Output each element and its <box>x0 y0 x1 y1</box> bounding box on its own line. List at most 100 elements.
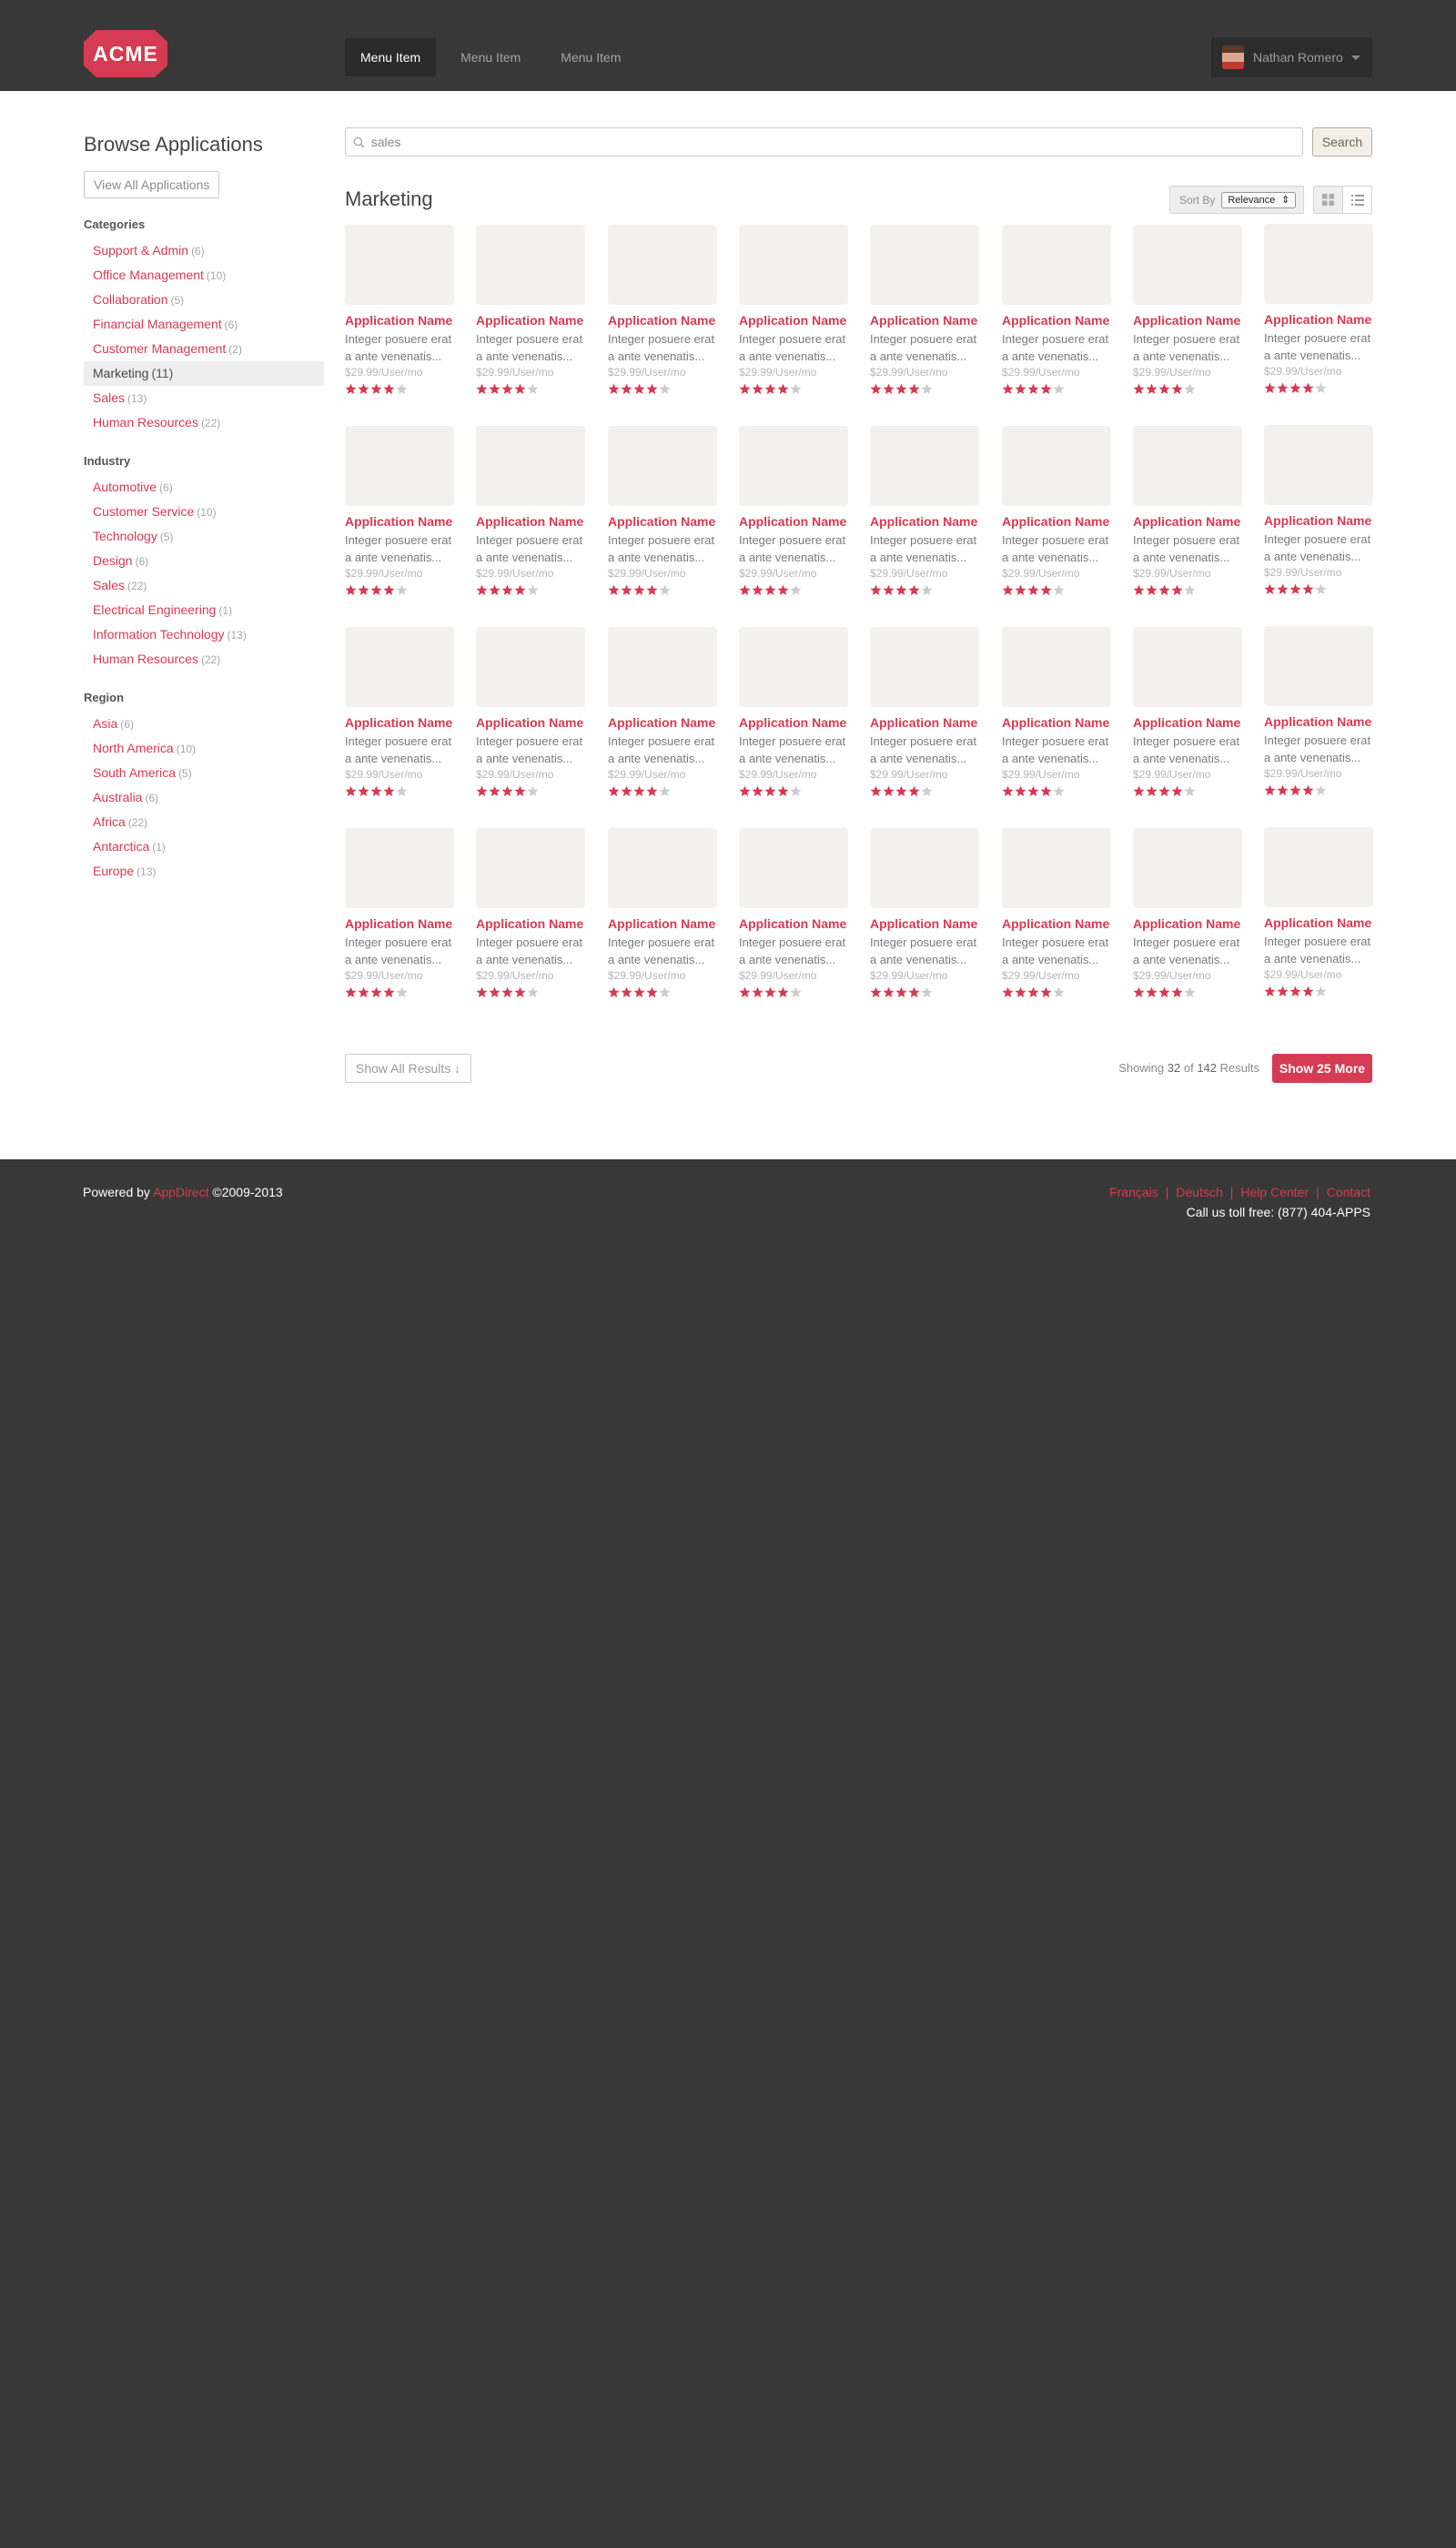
app-name[interactable]: Application Name <box>476 313 587 329</box>
filter-item[interactable]: Collaboration (5) <box>84 288 324 312</box>
app-card[interactable]: Application Name Integer posuere erat a a… <box>476 225 587 407</box>
app-thumbnail[interactable] <box>476 627 585 707</box>
app-name[interactable]: Application Name <box>476 715 587 731</box>
app-name[interactable]: Application Name <box>608 313 719 329</box>
app-thumbnail[interactable] <box>1264 626 1373 706</box>
app-thumbnail[interactable] <box>870 828 979 908</box>
app-card[interactable]: Application Name Integer posuere erat a a… <box>345 828 456 1010</box>
app-thumbnail[interactable] <box>739 225 848 305</box>
app-thumbnail[interactable] <box>1264 827 1373 907</box>
show-more-button[interactable]: Show 25 More <box>1272 1054 1372 1083</box>
filter-item[interactable]: Sales (22) <box>84 573 324 598</box>
app-name[interactable]: Application Name <box>1264 513 1375 529</box>
footer-link-francais[interactable]: Français <box>1109 1185 1158 1199</box>
filter-item[interactable]: Support & Admin (6) <box>84 238 324 263</box>
app-card[interactable]: Application Name Integer posuere erat a a… <box>1133 426 1244 608</box>
app-thumbnail[interactable] <box>739 627 848 707</box>
app-name[interactable]: Application Name <box>1264 312 1375 328</box>
filter-item[interactable]: Automotive (6) <box>84 475 324 500</box>
list-view-button[interactable] <box>1343 187 1371 213</box>
app-thumbnail[interactable] <box>739 426 848 506</box>
app-thumbnail[interactable] <box>1002 828 1111 908</box>
app-name[interactable]: Application Name <box>870 916 981 932</box>
app-name[interactable]: Application Name <box>870 313 981 329</box>
filter-item[interactable]: Antarctica (1) <box>84 834 324 859</box>
app-card[interactable]: Application Name Integer posuere erat a a… <box>739 627 850 809</box>
search-button[interactable]: Search <box>1312 127 1372 157</box>
filter-item[interactable]: Office Management (10) <box>84 263 324 288</box>
app-name[interactable]: Application Name <box>345 514 456 530</box>
app-name[interactable]: Application Name <box>1002 916 1113 932</box>
app-card[interactable]: Application Name Integer posuere erat a a… <box>476 426 587 608</box>
app-name[interactable]: Application Name <box>1264 915 1375 931</box>
filter-item[interactable]: Sales (13) <box>84 386 324 410</box>
footer-link-contact[interactable]: Contact <box>1327 1185 1370 1199</box>
app-card[interactable]: Application Name Integer posuere erat a a… <box>608 225 719 407</box>
app-card[interactable]: Application Name Integer posuere erat a a… <box>345 627 456 809</box>
nav-item-1[interactable]: Menu Item <box>345 38 437 76</box>
filter-item[interactable]: Customer Service (10) <box>84 500 324 524</box>
app-name[interactable]: Application Name <box>1002 715 1113 731</box>
app-name[interactable]: Application Name <box>476 514 587 530</box>
app-name[interactable]: Application Name <box>608 514 719 530</box>
app-card[interactable]: Application Name Integer posuere erat a a… <box>739 426 850 608</box>
app-thumbnail[interactable] <box>1002 627 1111 707</box>
app-thumbnail[interactable] <box>608 426 717 506</box>
app-card[interactable]: Application Name Integer posuere erat a a… <box>1133 627 1244 809</box>
filter-item[interactable]: Financial Management (6) <box>84 312 324 337</box>
app-thumbnail[interactable] <box>870 225 979 305</box>
app-thumbnail[interactable] <box>345 828 454 908</box>
filter-item[interactable]: Europe (13) <box>84 859 324 884</box>
app-thumbnail[interactable] <box>608 627 717 707</box>
app-name[interactable]: Application Name <box>608 916 719 932</box>
app-thumbnail[interactable] <box>870 426 979 506</box>
filter-item[interactable]: North America (10) <box>84 736 324 761</box>
app-thumbnail[interactable] <box>1133 828 1242 908</box>
sort-select[interactable]: Relevance ⇕ <box>1221 191 1297 208</box>
app-card[interactable]: Application Name Integer posuere erat a a… <box>345 225 456 407</box>
user-menu[interactable]: Nathan Romero <box>1211 37 1372 77</box>
nav-item-3[interactable]: Menu Item <box>545 38 636 76</box>
app-thumbnail[interactable] <box>608 828 717 908</box>
filter-item[interactable]: Design (6) <box>84 549 324 573</box>
filter-item[interactable]: South America (5) <box>84 761 324 785</box>
app-thumbnail[interactable] <box>1002 426 1111 506</box>
grid-view-button[interactable] <box>1314 187 1343 213</box>
app-card[interactable]: Application Name Integer posuere erat a a… <box>870 828 981 1010</box>
app-card[interactable]: Application Name Integer posuere erat a a… <box>1264 827 1375 1009</box>
app-thumbnail[interactable] <box>1002 225 1111 305</box>
filter-item[interactable]: Electrical Engineering (1) <box>84 598 324 622</box>
app-name[interactable]: Application Name <box>345 916 456 932</box>
filter-item[interactable]: Africa (22) <box>84 810 324 834</box>
filter-item[interactable]: Human Resources (22) <box>84 410 324 435</box>
app-thumbnail[interactable] <box>1133 627 1242 707</box>
nav-item-2[interactable]: Menu Item <box>445 38 536 76</box>
app-name[interactable]: Application Name <box>739 313 850 329</box>
app-thumbnail[interactable] <box>476 426 585 506</box>
app-name[interactable]: Application Name <box>739 715 850 731</box>
app-name[interactable]: Application Name <box>739 916 850 932</box>
appdirect-link[interactable]: AppDirect <box>153 1185 208 1199</box>
filter-item[interactable]: Information Technology (13) <box>84 622 324 647</box>
filter-item[interactable]: Technology (5) <box>84 524 324 549</box>
app-thumbnail[interactable] <box>345 426 454 506</box>
app-name[interactable]: Application Name <box>870 715 981 731</box>
app-thumbnail[interactable] <box>870 627 979 707</box>
app-card[interactable]: Application Name Integer posuere erat a a… <box>608 627 719 809</box>
app-card[interactable]: Application Name Integer posuere erat a a… <box>1264 626 1375 808</box>
show-all-results-button[interactable]: Show All Results ↓ <box>345 1054 472 1083</box>
app-card[interactable]: Application Name Integer posuere erat a a… <box>476 828 587 1010</box>
app-thumbnail[interactable] <box>1264 224 1373 304</box>
acme-logo[interactable]: ACME <box>84 30 167 77</box>
app-name[interactable]: Application Name <box>345 715 456 731</box>
view-all-applications-button[interactable]: View All Applications <box>84 171 220 198</box>
app-card[interactable]: Application Name Integer posuere erat a a… <box>1264 425 1375 607</box>
app-name[interactable]: Application Name <box>739 514 850 530</box>
app-thumbnail[interactable] <box>608 225 717 305</box>
app-card[interactable]: Application Name Integer posuere erat a a… <box>739 828 850 1010</box>
app-card[interactable]: Application Name Integer posuere erat a a… <box>1002 627 1113 809</box>
search-input[interactable] <box>370 135 1302 149</box>
app-name[interactable]: Application Name <box>608 715 719 731</box>
app-thumbnail[interactable] <box>476 828 585 908</box>
app-card[interactable]: Application Name Integer posuere erat a a… <box>1133 828 1244 1010</box>
